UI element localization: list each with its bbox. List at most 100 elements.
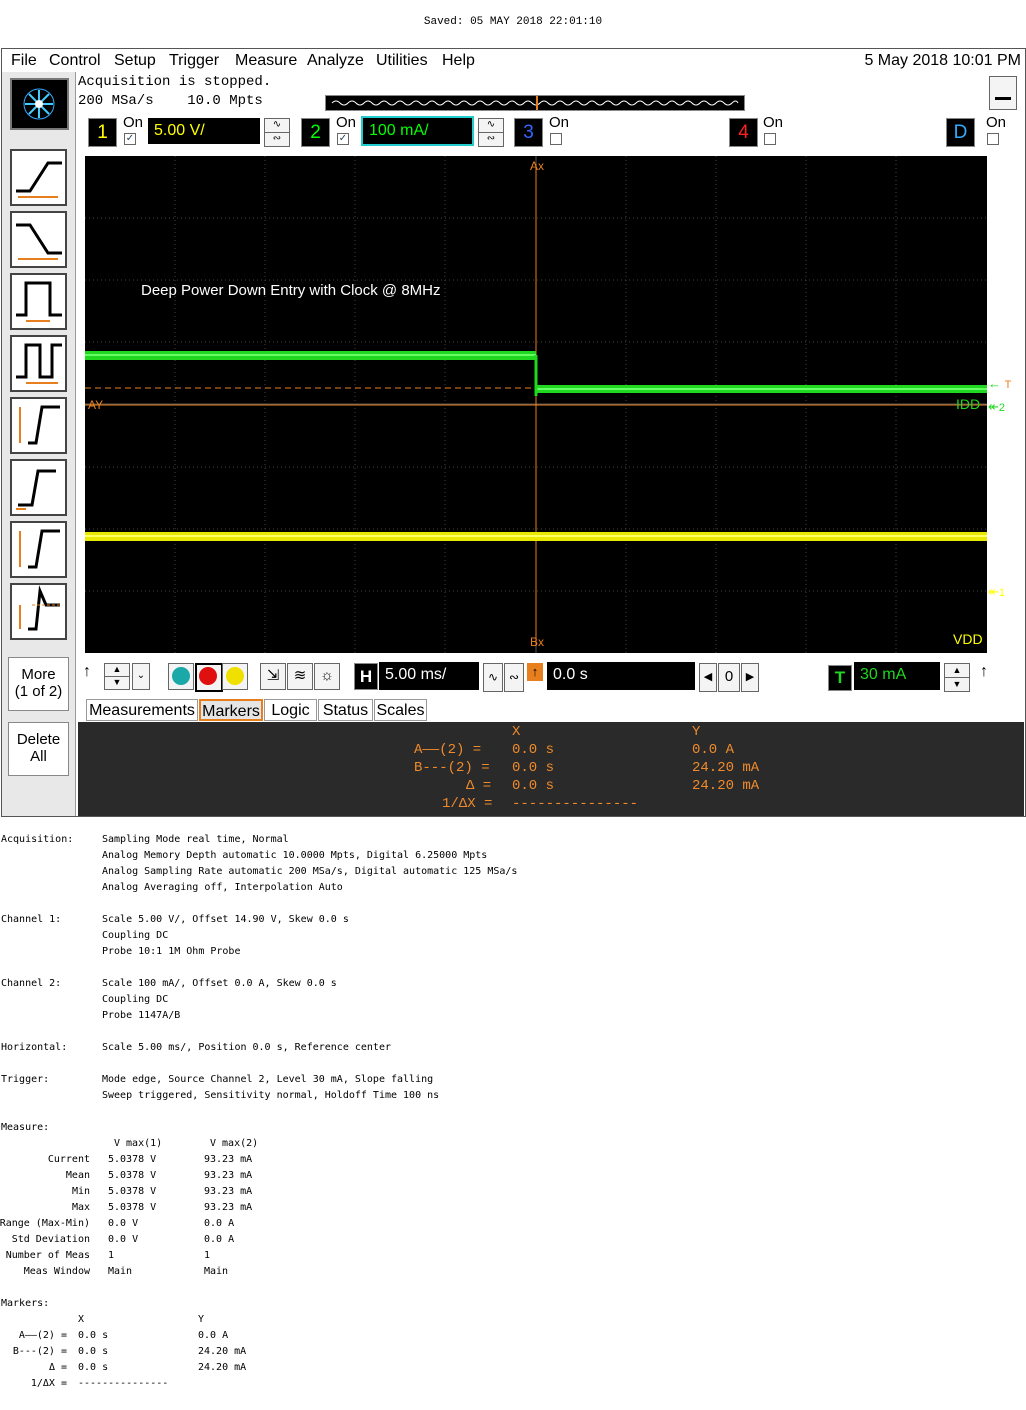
rise-time-icon[interactable] [10, 397, 67, 454]
channel-1-ground-marker[interactable]: ↞1 [988, 584, 1005, 600]
menu-help[interactable]: Help [442, 52, 475, 70]
overshoot-icon[interactable] [10, 583, 67, 640]
report-meas-value-1: 5.0378 V [108, 1186, 157, 1197]
report-ch1-line: Coupling DC [102, 930, 169, 941]
report-meas-row-label: Number of Meas [5, 1250, 90, 1261]
marker-delta-label: Δ = [466, 778, 492, 794]
arrow-up-icon[interactable]: ↑ [83, 663, 91, 681]
report-meas-value-2: 93.23 mA [204, 1154, 253, 1165]
marker-inv-delta-x: --------------- [512, 796, 639, 812]
tab-status[interactable]: Status [318, 699, 373, 721]
digital-channel-button[interactable]: D [946, 118, 975, 147]
channel-1-on-label: On [123, 114, 144, 131]
report-acq-line: Analog Averaging off, Interpolation Auto [102, 882, 343, 893]
report-mark-label: Markers: [1, 1298, 50, 1309]
trigger-level-up[interactable]: ▲ [944, 663, 970, 678]
period-icon[interactable] [10, 335, 67, 392]
trigger-level-marker[interactable]: ← T [988, 376, 1011, 391]
minimize-button[interactable] [989, 76, 1017, 110]
report-trig-line: Sweep triggered, Sensitivity normal, Hol… [102, 1090, 440, 1101]
channel-1-button[interactable]: 1 [88, 118, 117, 147]
menu-file[interactable]: File [11, 52, 37, 70]
brightness-icon[interactable]: ☼ [314, 663, 340, 690]
rising-edge-trigger-icon[interactable] [10, 149, 67, 206]
channel-1-ground-marker-label: 1 [998, 587, 1006, 599]
channel-3-button[interactable]: 3 [514, 118, 543, 147]
vtop-icon[interactable] [10, 459, 67, 516]
report-meas-value-1: 0.0 V [108, 1218, 139, 1229]
channel-1-scale-down[interactable]: ∾ [264, 132, 290, 147]
channel-3-checkbox[interactable] [550, 133, 562, 145]
menu-measure[interactable]: Measure [235, 52, 297, 70]
delete-all-button[interactable]: Delete All [8, 722, 69, 776]
channel-2-scale-up[interactable]: ∿ [478, 118, 504, 133]
falling-edge-trigger-icon[interactable] [10, 211, 67, 268]
arrow-up-right-icon[interactable]: ↑ [980, 663, 988, 681]
menu-utilities[interactable]: Utilities [376, 52, 428, 70]
channel-4-button[interactable]: 4 [729, 118, 758, 147]
channel-2-checkbox[interactable]: ✓ [337, 133, 349, 145]
menu-trigger[interactable]: Trigger [169, 52, 219, 70]
trigger-position-icon[interactable]: ↑ [527, 663, 543, 681]
digital-checkbox[interactable] [987, 133, 999, 145]
horizontal-scale[interactable]: 5.00 ms/ [379, 662, 479, 690]
tab-scales[interactable]: Scales [374, 699, 427, 721]
channel-2-scale[interactable]: 100 mA/ [361, 116, 474, 146]
channel-2-scale-down[interactable]: ∾ [478, 132, 504, 147]
scroll-toggle-button[interactable]: ⌄ [132, 663, 150, 690]
report-mark-value-y: 24.20 mA [198, 1362, 247, 1373]
channel-1-checkbox[interactable]: ✓ [124, 133, 136, 145]
scroll-down-button[interactable]: ▼ [104, 676, 130, 690]
report-meas-value-1: 5.0378 V [108, 1170, 157, 1181]
position-left-button[interactable]: ◀ [699, 663, 717, 692]
waveform-graticule[interactable]: Deep Power Down Entry with Clock @ 8MHz … [85, 156, 987, 653]
acquisition-status: Acquisition is stopped. 200 MSa/s 10.0 M… [78, 73, 271, 111]
menu-setup[interactable]: Setup [114, 52, 156, 70]
tab-measurements[interactable]: Measurements [86, 699, 198, 721]
report-meas-row-label: Std Deviation [11, 1234, 90, 1245]
report-hor-label: Horizontal: [1, 1042, 68, 1053]
report-meas-value-2: 93.23 mA [204, 1186, 253, 1197]
trigger-t-button[interactable]: T [828, 665, 852, 691]
marker-delta-x: 0.0 s [512, 778, 555, 794]
horizontal-scale-down[interactable]: ∾ [504, 663, 524, 692]
channel-4-checkbox[interactable] [764, 133, 776, 145]
edit-icon[interactable]: ⇲ [260, 663, 286, 690]
channel-1-scale[interactable]: 5.00 V/ [148, 118, 260, 144]
color-cyan-button[interactable] [168, 663, 194, 690]
amplitude-icon[interactable] [10, 521, 67, 578]
channel-2-button[interactable]: 2 [301, 118, 330, 147]
acquisition-rate: 200 MSa/s 10.0 Mpts [78, 93, 263, 109]
markers-x-header: X [512, 724, 521, 740]
position-right-button[interactable]: ▶ [741, 663, 759, 692]
tab-logic[interactable]: Logic [264, 699, 317, 721]
pulse-width-icon[interactable] [10, 273, 67, 330]
report-mark-value-x: 0.0 s [78, 1330, 109, 1341]
more-label: More (1 of 2) [14, 666, 63, 700]
scroll-up-button[interactable]: ▲ [104, 663, 130, 677]
marker-inv-delta-label: 1/ΔX = [442, 796, 493, 812]
more-button[interactable]: More (1 of 2) [8, 657, 69, 711]
color-red-button[interactable] [195, 663, 223, 692]
report-meas-value-2: 0.0 A [204, 1218, 235, 1229]
report-ch2-line: Probe 1147A/B [102, 1010, 181, 1021]
trigger-level-down[interactable]: ▼ [944, 677, 970, 692]
report-mark-row-label: A——(2) = [18, 1330, 67, 1341]
horizontal-h-button[interactable]: H [354, 663, 378, 690]
waveform-overview[interactable] [325, 95, 745, 111]
tab-markers[interactable]: Markers [199, 699, 263, 721]
trigger-level[interactable]: 30 mA [854, 662, 940, 690]
stack-icon[interactable]: ≋ [287, 663, 313, 690]
report-ch2-line: Scale 100 mA/, Offset 0.0 A, Skew 0.0 s [102, 978, 337, 989]
channel-2-ground-marker[interactable]: ↞2 [988, 399, 1005, 415]
channel-1-scale-up[interactable]: ∿ [264, 118, 290, 133]
report-meas-row-label: Min [71, 1186, 90, 1197]
menu-analyze[interactable]: Analyze [307, 52, 364, 70]
report-meas-value-2: 0.0 A [204, 1234, 235, 1245]
menu-control[interactable]: Control [49, 52, 101, 70]
horizontal-scale-up[interactable]: ∿ [483, 663, 503, 692]
logo-icon[interactable] [10, 78, 69, 130]
horizontal-position[interactable]: 0.0 s [547, 662, 695, 690]
color-yellow-button[interactable] [222, 663, 248, 690]
position-zero-button[interactable]: 0 [718, 663, 740, 692]
